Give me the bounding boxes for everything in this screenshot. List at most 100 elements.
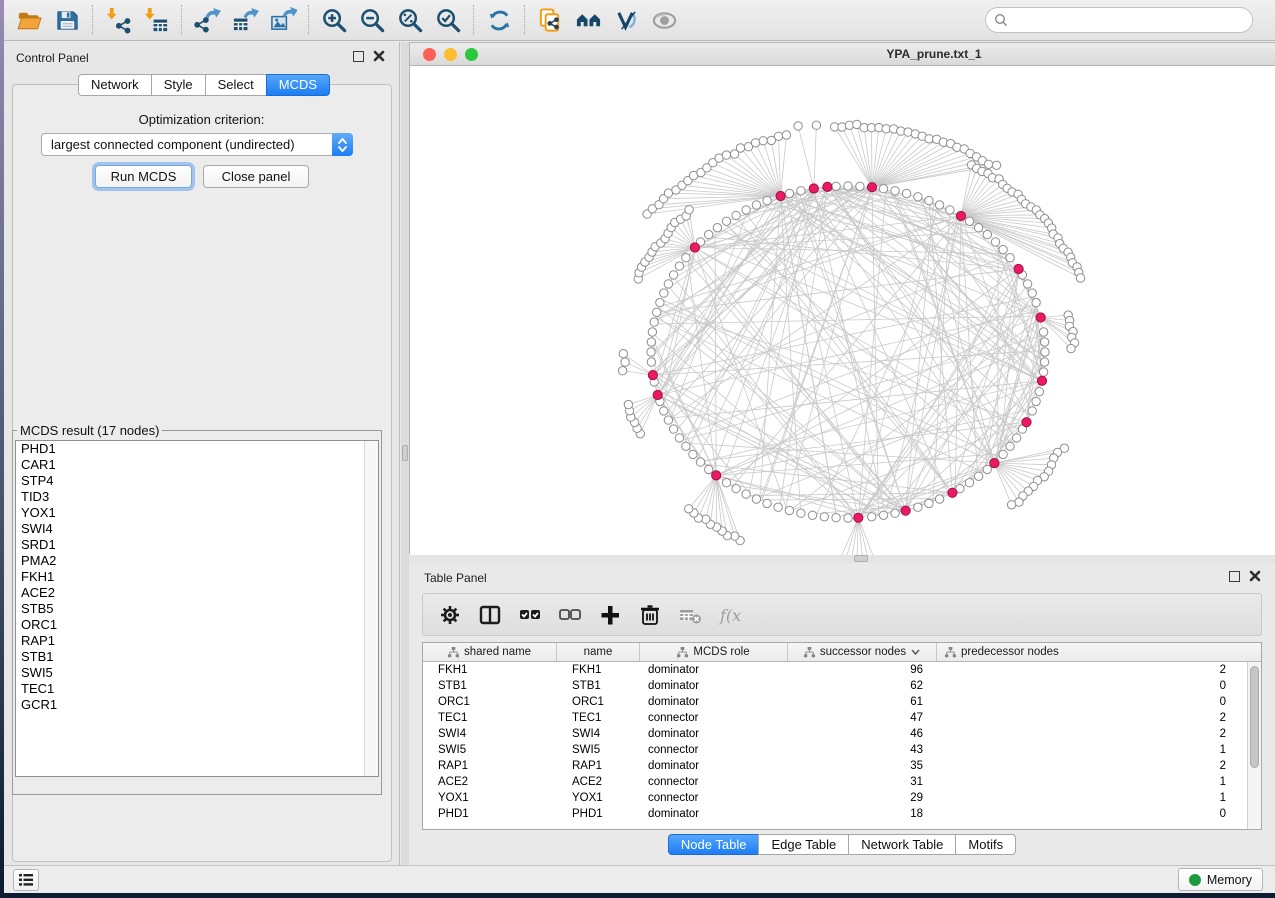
mcds-result-item[interactable]: SWI4 — [16, 521, 378, 537]
criterion-select[interactable]: largest connected component (undirected) — [41, 133, 353, 156]
select-all-button[interactable] — [517, 601, 543, 629]
optimization-label: Optimization criterion: — [4, 112, 399, 127]
save-session-button[interactable] — [48, 3, 86, 37]
column-header-MCDS-role[interactable]: MCDS role — [640, 643, 788, 661]
table-row[interactable]: TEC1TEC1connector472 — [423, 710, 1261, 726]
vertical-splitter[interactable] — [401, 42, 409, 865]
function-builder-button[interactable]: f(x) — [717, 601, 743, 629]
mcds-result-item[interactable]: YOX1 — [16, 505, 378, 521]
mcds-result-item[interactable]: PMA2 — [16, 553, 378, 569]
table-row[interactable]: FKH1FKH1dominator962 — [423, 662, 1261, 678]
mcds-result-item[interactable]: STB1 — [16, 649, 378, 665]
search-networks-button[interactable] — [569, 3, 607, 37]
split-panel-button[interactable] — [477, 601, 503, 629]
column-header-shared-name[interactable]: shared name — [423, 643, 557, 661]
table-row[interactable]: SWI4SWI4dominator462 — [423, 726, 1261, 742]
search-input[interactable] — [1008, 10, 1252, 30]
column-header-predecessor-nodes[interactable]: predecessor nodes — [937, 643, 1236, 661]
main-toolbar — [4, 0, 1275, 41]
network-canvas[interactable] — [410, 66, 1275, 555]
float-panel-icon[interactable] — [353, 51, 364, 62]
add-column-button[interactable] — [597, 601, 623, 629]
mcds-result-item[interactable]: SRD1 — [16, 537, 378, 553]
close-panel-button[interactable]: Close panel — [203, 165, 309, 188]
import-table-button[interactable] — [137, 3, 175, 37]
table-cell: ORC1 — [423, 696, 557, 708]
mcds-result-item[interactable]: STP4 — [16, 473, 378, 489]
tab-network[interactable]: Network — [78, 74, 152, 96]
vertical-splitter-grip[interactable] — [402, 445, 408, 461]
table-row[interactable]: RAP1RAP1dominator352 — [423, 758, 1261, 774]
table-scrollbar-thumb[interactable] — [1250, 666, 1259, 768]
deselect-all-icon — [559, 604, 581, 626]
import-network-button[interactable] — [99, 3, 137, 37]
column-header-successor-nodes[interactable]: successor nodes — [788, 643, 937, 661]
horizontal-splitter-grip[interactable] — [854, 555, 868, 562]
table-panel-title: Table Panel — [424, 571, 487, 585]
zoom-out-button[interactable] — [353, 3, 391, 37]
zoom-selected-icon — [435, 7, 462, 34]
mcds-result-item[interactable]: CAR1 — [16, 457, 378, 473]
select-all-icon — [519, 604, 541, 626]
mcds-list-scrollbar[interactable] — [364, 441, 378, 776]
table-row[interactable]: YOX1YOX1connector291 — [423, 790, 1261, 806]
mcds-result-item[interactable]: ORC1 — [16, 617, 378, 633]
table-cell: dominator — [640, 664, 788, 676]
tab-network-table[interactable]: Network Table — [848, 834, 956, 855]
close-panel-icon[interactable] — [373, 50, 385, 62]
horizontal-splitter[interactable] — [409, 554, 1275, 563]
table-row[interactable]: ORC1ORC1dominator610 — [423, 694, 1261, 710]
window-close-icon[interactable] — [423, 48, 436, 61]
export-table-button[interactable] — [226, 3, 264, 37]
tab-node-table[interactable]: Node Table — [668, 834, 760, 855]
tab-style[interactable]: Style — [151, 74, 206, 96]
show-graphics-details-button[interactable] — [645, 3, 683, 37]
mcds-result-item[interactable]: SWI5 — [16, 665, 378, 681]
run-mcds-button[interactable]: Run MCDS — [95, 165, 192, 188]
zoom-selected-button[interactable] — [429, 3, 467, 37]
apply-layout-button[interactable] — [480, 3, 518, 37]
zoom-in-button[interactable] — [315, 3, 353, 37]
delete-table-button[interactable] — [677, 601, 703, 629]
close-table-panel-icon[interactable] — [1249, 570, 1261, 582]
table-scrollbar[interactable] — [1247, 662, 1261, 829]
float-table-panel-icon[interactable] — [1229, 571, 1240, 582]
table-row[interactable]: SWI5SWI5connector431 — [423, 742, 1261, 758]
toolbar-separator — [473, 5, 474, 35]
mcds-result-item[interactable]: PHD1 — [16, 441, 378, 457]
column-header-name[interactable]: name — [557, 643, 640, 661]
table-row[interactable]: STB1STB1dominator620 — [423, 678, 1261, 694]
control-panel-tabs: NetworkStyleSelectMCDS — [78, 74, 330, 96]
zoom-fit-button[interactable] — [391, 3, 429, 37]
table-cell: 61 — [788, 696, 937, 708]
memory-button[interactable]: Memory — [1178, 868, 1263, 891]
window-minimize-icon[interactable] — [444, 48, 457, 61]
export-network-button[interactable] — [188, 3, 226, 37]
mcds-result-item[interactable]: STB5 — [16, 601, 378, 617]
mcds-result-list[interactable]: PHD1CAR1STP4TID3YOX1SWI4SRD1PMA2FKH1ACE2… — [15, 440, 379, 777]
hide-graphics-details-button[interactable] — [607, 3, 645, 37]
table-cell: dominator — [640, 760, 788, 772]
tab-mcds[interactable]: MCDS — [266, 74, 330, 96]
mcds-result-item[interactable]: TID3 — [16, 489, 378, 505]
tab-select[interactable]: Select — [205, 74, 267, 96]
table-cell: ACE2 — [557, 776, 640, 788]
deselect-all-button[interactable] — [557, 601, 583, 629]
tab-edge-table[interactable]: Edge Table — [758, 834, 849, 855]
mcds-result-item[interactable]: TEC1 — [16, 681, 378, 697]
delete-column-button[interactable] — [637, 601, 663, 629]
mcds-result-item[interactable]: FKH1 — [16, 569, 378, 585]
table-row[interactable]: PHD1PHD1dominator180 — [423, 806, 1261, 822]
mcds-result-item[interactable]: RAP1 — [16, 633, 378, 649]
open-file-button[interactable] — [10, 3, 48, 37]
window-zoom-icon[interactable] — [465, 48, 478, 61]
mcds-result-item[interactable]: GCR1 — [16, 697, 378, 713]
task-history-button[interactable] — [13, 869, 39, 891]
mcds-result-item[interactable]: ACE2 — [16, 585, 378, 601]
network-document-button[interactable] — [531, 3, 569, 37]
table-row[interactable]: ACE2ACE2connector311 — [423, 774, 1261, 790]
export-image-button[interactable] — [264, 3, 302, 37]
import-network-icon — [105, 7, 132, 34]
tab-motifs[interactable]: Motifs — [955, 834, 1016, 855]
settings-gear-button[interactable] — [437, 601, 463, 629]
